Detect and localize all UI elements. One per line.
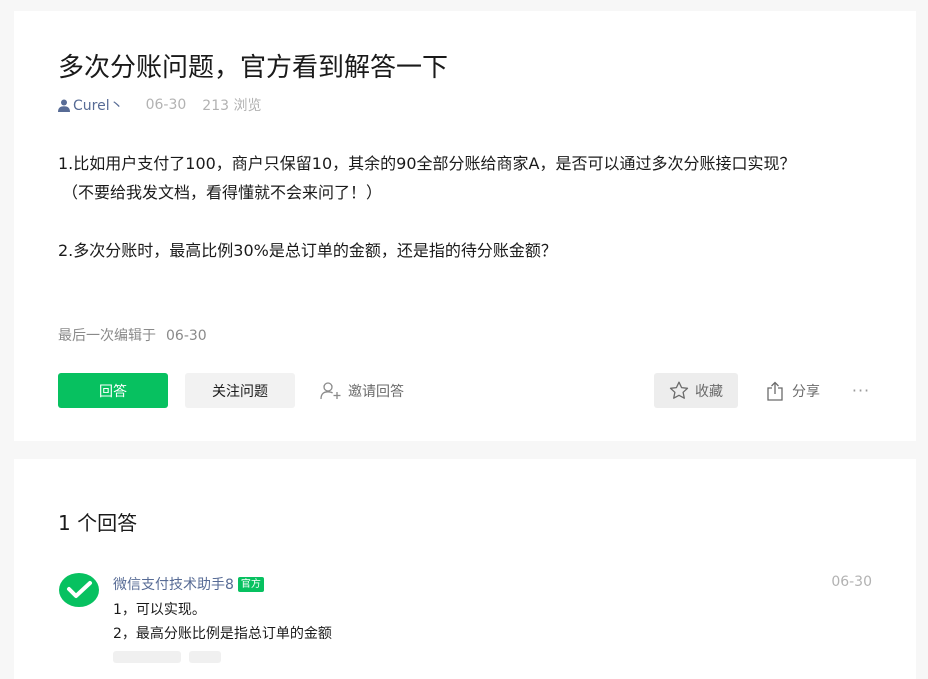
answer-action-stub[interactable] [189, 651, 221, 663]
collect-button[interactable]: 收藏 [654, 373, 738, 408]
last-edited-date: 06-30 [166, 328, 207, 344]
question-line: （不要给我发文档，看得懂就不会来问了！） [62, 183, 383, 202]
add-user-icon [320, 381, 341, 399]
question-line: 1.比如用户支付了100，商户只保留10，其余的90全部分账给商家A，是否可以通… [58, 154, 796, 173]
question-author-name: Curel丶 [73, 98, 124, 114]
answer-date: 06-30 [831, 574, 872, 590]
answer-button-label: 回答 [99, 383, 127, 400]
answer-body: 1，可以实现。 2，最高分账比例是指总订单的金额 [113, 598, 332, 646]
question-body: 1.比如用户支付了100，商户只保留10，其余的90全部分账给商家A，是否可以通… [58, 149, 878, 265]
follow-question-button[interactable]: 关注问题 [185, 373, 295, 408]
invite-answer-button[interactable]: 邀请回答 [320, 373, 420, 408]
share-button-label: 分享 [792, 383, 820, 400]
question-meta: Curel丶 06-30 213 浏览 [58, 95, 261, 115]
star-icon [669, 381, 689, 399]
question-views: 213 浏览 [202, 98, 262, 114]
question-line: 2.多次分账时，最高比例30%是总订单的金额，还是指的待分账金额？ [58, 241, 557, 260]
more-options-button[interactable]: ··· [850, 373, 872, 408]
invite-button-label: 邀请回答 [348, 383, 404, 400]
answer-action-stub[interactable] [113, 651, 181, 663]
share-icon [767, 381, 783, 401]
question-card: 多次分账问题，官方看到解答一下 Curel丶 06-30 213 浏览 1.比如… [14, 11, 916, 441]
question-author[interactable]: Curel丶 [58, 95, 124, 115]
question-date: 06-30 [145, 97, 187, 113]
follow-button-label: 关注问题 [212, 383, 268, 400]
share-button[interactable]: 分享 [766, 373, 830, 408]
answer-author-row: 微信支付技术助手8 官方 [113, 574, 264, 594]
answer-line: 2，最高分账比例是指总订单的金额 [113, 626, 332, 642]
wechat-pay-logo-icon[interactable] [58, 571, 100, 613]
answer-author-name[interactable]: 微信支付技术助手8 [113, 574, 234, 594]
official-badge: 官方 [237, 576, 264, 592]
more-icon: ··· [851, 381, 871, 400]
person-icon [58, 99, 70, 112]
answer-line: 1，可以实现。 [113, 602, 206, 618]
answer-button[interactable]: 回答 [58, 373, 168, 408]
answers-count: 1 个回答 [58, 511, 138, 535]
collect-button-label: 收藏 [695, 383, 723, 400]
last-edited-label: 最后一次编辑于 [58, 328, 156, 344]
question-title: 多次分账问题，官方看到解答一下 [58, 53, 449, 83]
answers-card: 1 个回答 微信支付技术助手8 官方 06-30 1，可以实现。 2，最高分账比… [14, 459, 916, 679]
last-edited: 最后一次编辑于 06-30 [58, 325, 207, 345]
